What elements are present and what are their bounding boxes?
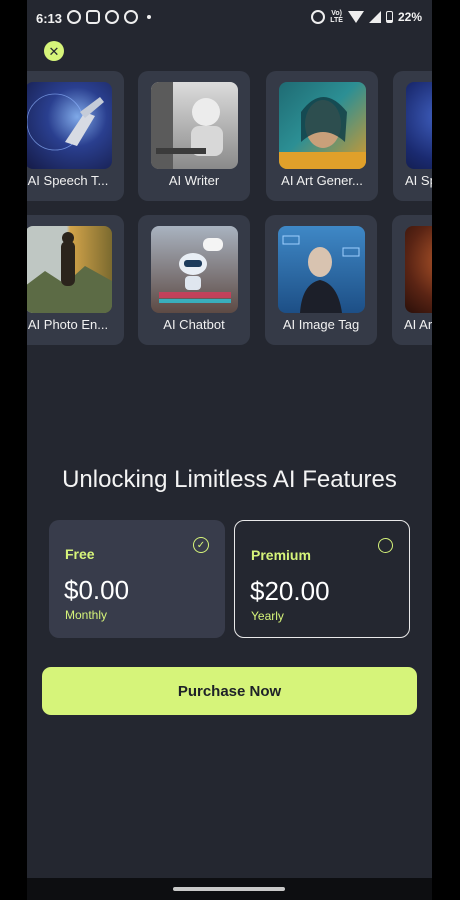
photo-enhance-image (27, 226, 112, 313)
alarm-icon (311, 10, 326, 24)
app-icon (105, 10, 119, 24)
tool-label: AI Art Gener... (281, 173, 363, 188)
close-icon: ✕ (48, 43, 60, 59)
app-icon (124, 10, 138, 24)
tool-card-image-tag[interactable]: AI Image Tag (265, 215, 377, 345)
close-button[interactable]: ✕ (44, 41, 64, 61)
tool-carousel-row-2[interactable]: AI Photo En... AI Chatbot AI Image Tag A… (27, 215, 432, 345)
plan-card-free[interactable]: Free ✓ $0.00 Monthly (49, 520, 225, 638)
tool-card-writer[interactable]: AI Writer (138, 71, 250, 201)
navigation-bar (27, 878, 432, 900)
tool-card-chatbot[interactable]: AI Chatbot (138, 215, 250, 345)
speech-robot-image (27, 82, 112, 169)
plan-name: Free (65, 546, 95, 562)
plan-period: Yearly (251, 609, 284, 623)
battery-percent: 22% (397, 10, 422, 24)
instagram-icon (86, 10, 100, 24)
plan-name: Premium (251, 547, 311, 563)
plan-price: $0.00 (64, 575, 130, 605)
plan-price: $20.00 (250, 576, 330, 606)
signal-icon (368, 11, 381, 23)
art-image (405, 226, 432, 313)
writer-robot-image (151, 82, 238, 169)
status-time: 6:13 (36, 11, 63, 26)
home-gesture-handle[interactable] (173, 887, 285, 891)
battery-icon (385, 11, 393, 23)
purchase-now-button[interactable]: Purchase Now (42, 667, 417, 715)
tool-card-photo-enhancer[interactable]: AI Photo En... (27, 215, 124, 345)
image-tag-image (278, 226, 365, 313)
tool-card-speech-2[interactable]: AI Sp (393, 71, 432, 201)
tool-label: AI Chatbot (163, 317, 225, 332)
plan-period: Monthly (65, 608, 108, 622)
notification-icons (67, 10, 151, 24)
tool-label: AI Writer (168, 173, 220, 188)
page-title: Unlocking Limitless AI Features (62, 466, 397, 493)
whatsapp-icon (67, 10, 81, 24)
tool-label: AI Sp (405, 173, 432, 188)
tool-label: AI Photo En... (27, 317, 109, 332)
paywall-screen: 6:13 Vo) LTE 22% ✕ AI Speech T... AI Wri… (27, 0, 432, 900)
tool-label: AI Speech T... (27, 173, 109, 188)
tool-label: AI Image Tag (282, 317, 360, 332)
check-circle-icon: ✓ (193, 537, 209, 553)
plan-card-premium[interactable]: Premium $20.00 Yearly (234, 520, 410, 638)
notification-dot-icon (147, 15, 151, 19)
status-bar: 6:13 Vo) LTE 22% (27, 0, 432, 36)
speech-image (406, 82, 432, 169)
tool-label: AI Ar (404, 317, 432, 332)
network-type: Vo) LTE (330, 10, 343, 24)
tool-card-art-generator[interactable]: AI Art Gener... (266, 71, 378, 201)
chatbot-image (151, 226, 238, 313)
tool-carousel-row-1[interactable]: AI Speech T... AI Writer AI Art Gener...… (27, 71, 432, 201)
tool-card-art[interactable]: AI Ar (392, 215, 432, 345)
tool-card-speech[interactable]: AI Speech T... (27, 71, 124, 201)
radio-circle-icon[interactable] (378, 538, 393, 553)
wifi-icon (347, 11, 364, 23)
system-icons: Vo) LTE 22% (311, 10, 422, 24)
art-portrait-image (279, 82, 366, 169)
